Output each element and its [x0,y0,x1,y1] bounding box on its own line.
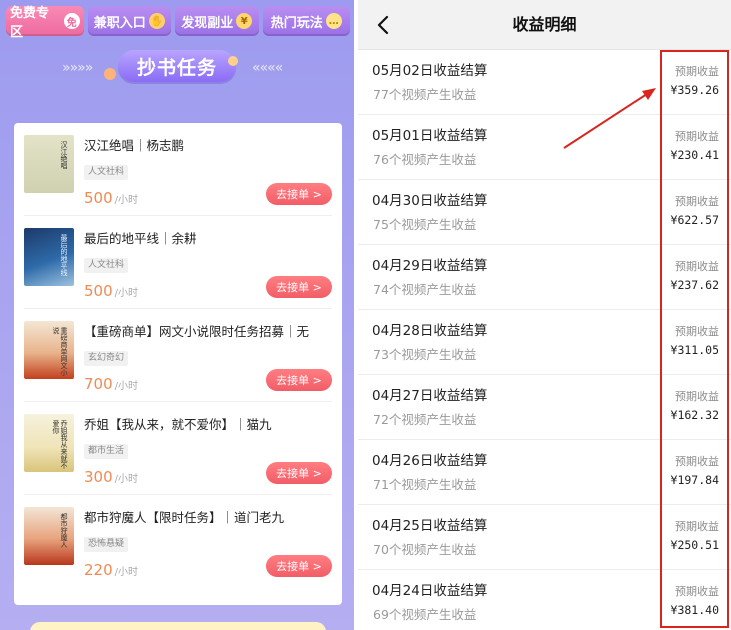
book-cover-image: 最后的地平线 [24,228,74,286]
bottom-banner [30,622,326,630]
price-unit: /小时 [114,195,139,206]
task-item[interactable]: 最后的地平线 最后的地平线｜余耕 人文社科 500/小时 去接单 > [24,216,332,309]
row-title: 04月29日收益结算 [372,258,488,274]
task-title: 都市狩魔人【限时任务】｜道门老九 [84,510,285,525]
row-subtitle: 77个视频产生收益 [373,87,477,102]
row-subtitle: 72个视频产生收益 [373,412,477,427]
nav-label: 热门玩法 [270,15,323,31]
row-subtitle: 73个视频产生收益 [373,347,477,362]
row-title: 04月24日收益结算 [372,583,488,599]
chevron-left-icon[interactable] [374,14,394,36]
price-unit: /小时 [114,567,139,578]
row-subtitle: 74个视频产生收益 [373,282,477,297]
task-title: 最后的地平线｜余耕 [84,231,197,246]
price-unit: /小时 [114,474,139,485]
arrows-decoration-icon: «««« [252,60,283,76]
hand-icon: ✋ [148,13,165,29]
book-cover-image: 乔姐我从来就不爱你 [24,414,74,472]
row-subtitle: 69个视频产生收益 [373,607,477,622]
price-value: 220 [84,561,113,579]
row-title: 04月25日收益结算 [372,518,488,534]
page-title: 收益明细 [512,15,577,34]
row-title: 04月26日收益结算 [372,453,488,469]
book-copy-task-panel: 免费专区 免 兼职入口 ✋ 发现副业 ¥ 热门玩法 … »»»» 抄书任务 ««… [0,0,354,630]
row-subtitle: 76个视频产生收益 [373,152,477,167]
accept-task-button[interactable]: 去接单 > [266,183,332,205]
accept-task-button[interactable]: 去接单 > [266,276,332,298]
task-item[interactable]: 乔姐我从来就不爱你 乔姐【我从来，就不爱你】｜猫九 都市生活 300/小时 去接… [24,402,332,495]
nav-free-zone-button[interactable]: 免费专区 免 [6,6,84,40]
nav-label: 免费专区 [10,6,50,40]
chat-bubble-icon: … [325,13,342,29]
cover-text: 乔姐我从来就不爱你 [52,420,68,469]
task-item[interactable]: 汉江绝唱 汉江绝唱｜杨志鹏 人文社科 500/小时 去接单 > [24,123,332,216]
task-tag: 人文社科 [84,165,129,180]
task-title: 汉江绝唱｜杨志鹏 [84,138,185,153]
money-bag-icon: ¥ [236,13,253,29]
task-item[interactable]: 重磅商单网文小说 【重磅商单】网文小说限时任务招募｜无 玄幻奇幻 700/小时 … [24,309,332,402]
book-cover-image: 都市狩魔人 [24,507,74,565]
task-title: 【重磅商单】网文小说限时任务招募｜无 [84,324,310,339]
nav-side-job-button[interactable]: 发现副业 ¥ [175,6,259,36]
row-title: 05月01日收益结算 [372,128,488,144]
arrows-decoration-icon: »»»» [62,60,93,76]
price-value: 700 [84,375,113,393]
accept-task-button[interactable]: 去接单 > [266,555,332,577]
book-cover-image: 汉江绝唱 [24,135,74,193]
section-banner: »»»» 抄书任务 «««« [0,42,354,92]
task-item[interactable]: 都市狩魔人 都市狩魔人【限时任务】｜道门老九 恐怖悬疑 220/小时 去接单 > [24,495,332,588]
row-subtitle: 71个视频产生收益 [373,477,477,492]
book-cover-image: 重磅商单网文小说 [24,321,74,379]
task-list: 汉江绝唱 汉江绝唱｜杨志鹏 人文社科 500/小时 去接单 > 最后的地平线 最… [14,123,342,605]
price-unit: /小时 [114,288,139,299]
section-title: 抄书任务 [118,50,236,82]
row-title: 04月28日收益结算 [372,323,488,339]
task-tag: 恐怖悬疑 [84,537,129,552]
row-subtitle: 70个视频产生收益 [373,542,477,557]
row-title: 04月27日收益结算 [372,388,488,404]
cover-text: 重磅商单网文小说 [52,327,68,376]
price-value: 300 [84,468,113,486]
cover-text: 汉江绝唱 [60,141,68,169]
row-subtitle: 75个视频产生收益 [373,217,477,232]
cover-text: 都市狩魔人 [60,513,68,548]
top-nav: 免费专区 免 兼职入口 ✋ 发现副业 ¥ 热门玩法 … [6,6,350,40]
task-price: 220/小时 [84,561,138,579]
task-tag: 人文社科 [84,258,129,273]
free-badge-icon: 免 [63,13,80,29]
row-title: 05月02日收益结算 [372,63,488,79]
cover-text: 最后的地平线 [60,234,68,276]
task-price: 500/小时 [84,282,138,300]
task-tag: 都市生活 [84,444,129,459]
price-unit: /小时 [114,381,139,392]
accept-task-button[interactable]: 去接单 > [266,462,332,484]
nav-hot-play-button[interactable]: 热门玩法 … [262,6,350,36]
task-price: 700/小时 [84,375,138,393]
accept-task-button[interactable]: 去接单 > [266,369,332,391]
price-value: 500 [84,282,113,300]
row-title: 04月30日收益结算 [372,193,488,209]
highlight-box [660,50,729,628]
nav-label: 兼职入口 [93,15,146,31]
earnings-detail-panel: 收益明细 05月02日收益结算 77个视频产生收益 预期收益 ¥359.26 0… [358,0,731,630]
task-price: 300/小时 [84,468,138,486]
task-title: 乔姐【我从来，就不爱你】｜猫九 [84,417,272,432]
task-tag: 玄幻奇幻 [84,351,129,366]
decor-dot-icon [228,56,238,66]
task-price: 500/小时 [84,189,138,207]
nav-label: 发现副业 [181,15,234,31]
price-value: 500 [84,189,113,207]
nav-parttime-button[interactable]: 兼职入口 ✋ [87,6,172,36]
decor-dot-icon [104,68,116,80]
page-header: 收益明细 [358,0,731,50]
